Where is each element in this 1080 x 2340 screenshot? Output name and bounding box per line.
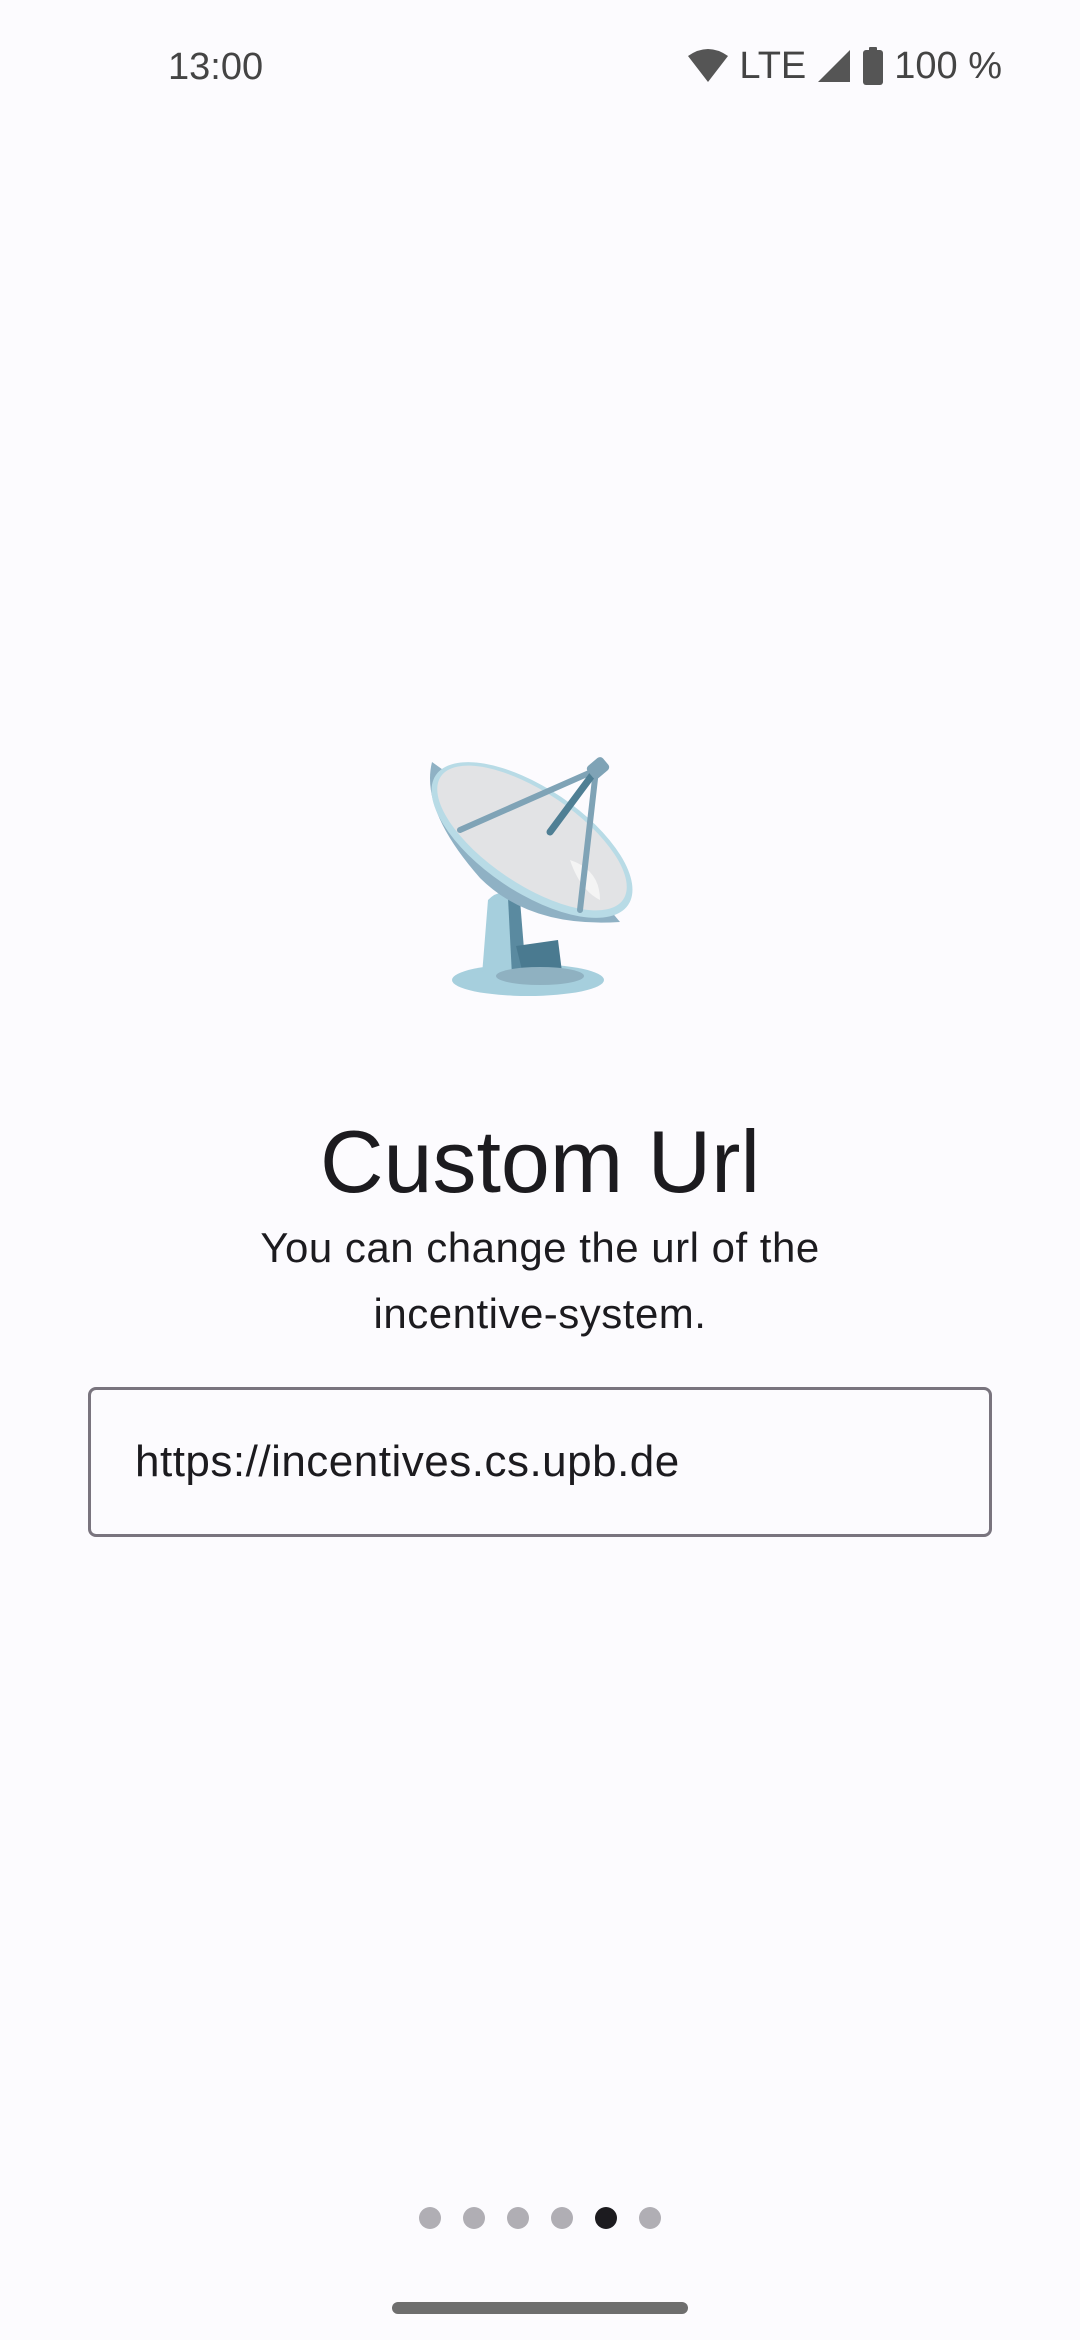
battery-percent: 100 %: [894, 44, 1002, 87]
satellite-antenna-icon: [420, 750, 660, 1000]
page-dot[interactable]: [507, 2207, 529, 2229]
wifi-icon: [687, 48, 729, 84]
page-subtitle: You can change the url of the incentive-…: [260, 1224, 820, 1337]
custom-url-field[interactable]: [88, 1387, 992, 1537]
signal-icon: [816, 48, 852, 84]
page-dot[interactable]: [463, 2207, 485, 2229]
status-bar: 13:00 LTE 100 %: [0, 0, 1080, 140]
status-time: 13:00: [168, 46, 264, 88]
page-dot[interactable]: [419, 2207, 441, 2229]
home-indicator[interactable]: [392, 2302, 688, 2314]
status-icons: LTE 100 %: [687, 44, 1002, 88]
network-type-label: LTE: [739, 44, 807, 87]
custom-url-input[interactable]: [133, 1436, 957, 1488]
page-indicator: [0, 2207, 1080, 2229]
page-dot[interactable]: [551, 2207, 573, 2229]
page-title: Custom Url: [319, 1112, 761, 1211]
battery-icon: [862, 47, 884, 85]
page-dot-active[interactable]: [595, 2207, 617, 2229]
page-dot[interactable]: [639, 2207, 661, 2229]
